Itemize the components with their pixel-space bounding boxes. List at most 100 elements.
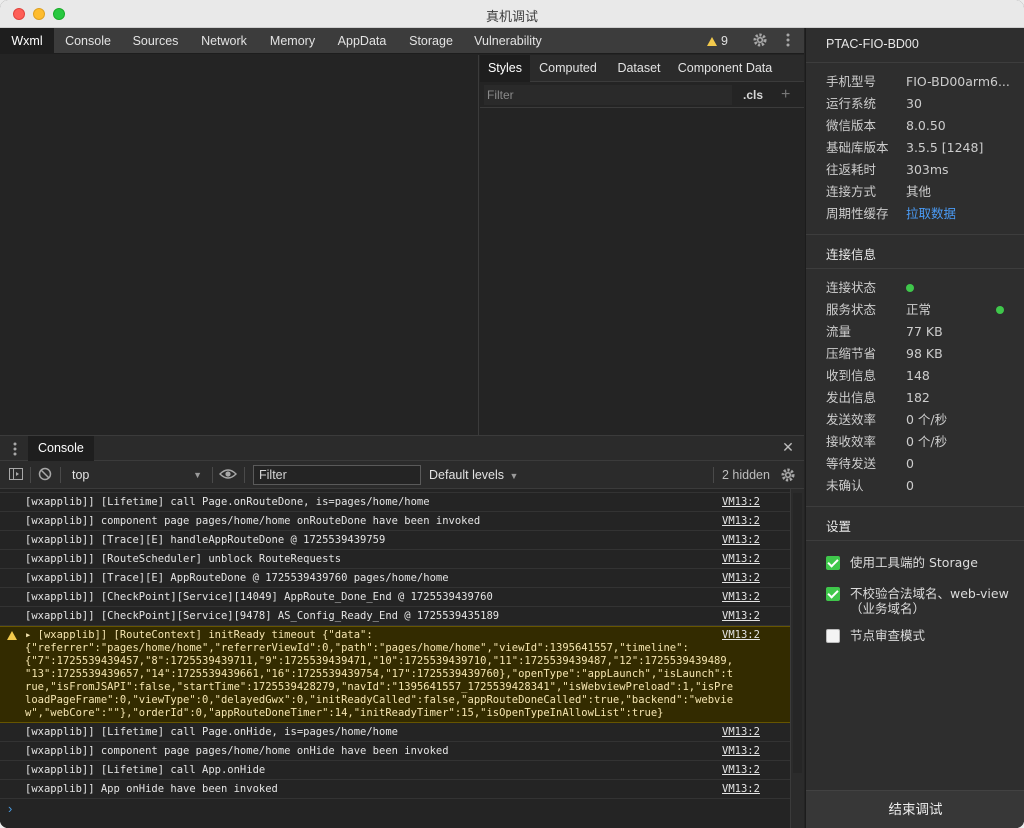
tab-component-data[interactable]: Component Data	[677, 55, 773, 82]
connection-section-title: 连接信息	[826, 247, 877, 262]
service-status-dot	[996, 306, 1004, 314]
setting-label: 节点审查模式	[850, 628, 926, 643]
drawer-header: Console ✕	[0, 435, 804, 461]
tab-computed[interactable]: Computed	[536, 55, 600, 82]
info-key: 连接方式	[826, 184, 877, 199]
info-key: 连接状态	[826, 280, 877, 295]
tab-sources[interactable]: Sources	[124, 28, 187, 54]
checkbox-checked[interactable]	[826, 556, 840, 570]
tab-memory[interactable]: Memory	[262, 28, 323, 54]
info-value: 正常	[906, 302, 932, 317]
styles-filter-input[interactable]: Filter	[484, 85, 732, 105]
log-row: [wxapplib]] component page pages/home/ho…	[0, 512, 790, 531]
settings-section-title: 设置	[826, 519, 852, 534]
log-row: [wxapplib]] [Lifetime] call Page.onHide,…	[0, 723, 790, 742]
info-key: 基础库版本	[826, 140, 889, 155]
execution-context-select[interactable]: top ▼	[66, 465, 206, 485]
caret-down-icon: ▼	[509, 471, 519, 481]
warning-log-row[interactable]: ▸ [wxapplib]] [RouteContext] initReady t…	[0, 626, 790, 723]
info-key: 收到信息	[826, 368, 877, 383]
log-source-link[interactable]: VM13:2	[722, 723, 760, 742]
tab-vulnerability[interactable]: Vulnerability	[468, 28, 548, 54]
log-message: [wxapplib]] component page pages/home/ho…	[25, 515, 481, 527]
setting-node-inspect-mode[interactable]: 节点审查模式	[826, 628, 1016, 646]
info-key: 周期性缓存	[826, 206, 889, 221]
tab-dataset[interactable]: Dataset	[614, 55, 664, 82]
toolbar-divider	[30, 467, 31, 483]
log-source-link[interactable]: VM13:2	[722, 531, 760, 550]
conn-row-pending: 等待发送 0	[826, 453, 1016, 475]
info-value: 98 KB	[906, 346, 943, 361]
info-row-os: 运行系统 30	[826, 93, 1016, 115]
info-row-model: 手机型号 FIO-BD00arm6...	[826, 71, 1016, 93]
info-row-connection-type: 连接方式 其他	[826, 181, 1016, 203]
log-source-link[interactable]: VM13:2	[722, 493, 760, 512]
setting-skip-domain-check[interactable]: 不校验合法域名、web-view（业务域名）	[826, 586, 1016, 618]
log-levels-dropdown[interactable]: Default levels ▼	[429, 465, 518, 485]
log-source-link[interactable]: VM13:2	[722, 742, 760, 761]
console-settings-button[interactable]	[780, 467, 796, 483]
block-icon	[38, 467, 52, 481]
caret-down-icon: ▼	[193, 470, 202, 480]
log-source-link[interactable]: VM13:2	[722, 512, 760, 531]
console-filter-input[interactable]: Filter	[253, 465, 421, 485]
console-prompt-icon[interactable]: ›	[8, 801, 12, 816]
info-key: 往返耗时	[826, 162, 877, 177]
title-bar: 真机调试	[0, 0, 1024, 28]
log-source-link[interactable]: VM13:2	[722, 627, 760, 644]
add-style-rule-button[interactable]: +	[781, 82, 790, 108]
info-key: 等待发送	[826, 456, 877, 471]
sidebar-toggle-button[interactable]	[8, 467, 24, 483]
tab-console[interactable]: Console	[57, 28, 119, 54]
conn-row-received: 收到信息 148	[826, 365, 1016, 387]
fetch-data-link[interactable]: 拉取数据	[906, 203, 956, 225]
log-row: [wxapplib]] [Trace][E] AppRouteDone @ 17…	[0, 569, 790, 588]
console-scrollbar[interactable]	[790, 489, 804, 828]
window-title: 真机调试	[485, 10, 538, 25]
wxml-elements-pane[interactable]	[0, 55, 479, 439]
checkbox-unchecked[interactable]	[826, 629, 840, 643]
log-message: [wxapplib]] [Trace][E] AppRouteDone @ 17…	[25, 572, 449, 584]
log-source-link[interactable]: VM13:2	[722, 588, 760, 607]
log-source-link[interactable]: VM13:2	[722, 761, 760, 780]
scrollbar-thumb[interactable]	[793, 493, 802, 773]
log-source-link[interactable]: VM13:2	[722, 569, 760, 588]
drawer-tab-console[interactable]: Console	[28, 436, 94, 461]
log-source-link[interactable]: VM13:2	[722, 550, 760, 569]
device-name: PTAC-FIO-BD00	[826, 37, 919, 51]
tab-storage[interactable]: Storage	[402, 28, 460, 54]
tab-styles[interactable]: Styles	[480, 55, 530, 82]
more-menu-button[interactable]	[782, 33, 794, 49]
log-message: [wxapplib]] [CheckPoint][Service][9478] …	[25, 610, 500, 622]
hidden-messages-count[interactable]: 2 hidden	[722, 465, 770, 485]
drawer-close-icon[interactable]: ✕	[779, 439, 797, 457]
log-source-link[interactable]: VM13:2	[722, 780, 760, 799]
log-row: [wxapplib]] [Lifetime] call App.onHide V…	[0, 761, 790, 780]
setting-label: 不校验合法域名、web-view（业务域名）	[850, 586, 1009, 616]
live-expression-button[interactable]	[219, 467, 237, 483]
info-key: 未确认	[826, 478, 864, 493]
clear-console-button[interactable]	[37, 467, 53, 483]
divider	[806, 234, 1024, 235]
drawer-menu-button[interactable]	[12, 442, 18, 456]
end-debugging-button[interactable]: 结束调试	[806, 790, 1024, 828]
tab-wxml[interactable]: Wxml	[0, 28, 54, 54]
setting-label: 使用工具端的 Storage	[850, 555, 978, 570]
execution-context-value: top	[72, 468, 90, 482]
tab-appdata[interactable]: AppData	[329, 28, 395, 54]
warning-counter[interactable]: 9	[707, 28, 728, 54]
toolbar-divider	[212, 467, 213, 483]
conn-row-traffic: 流量 77 KB	[826, 321, 1016, 343]
cls-toggle-button[interactable]: .cls	[743, 82, 763, 108]
tab-network[interactable]: Network	[192, 28, 256, 54]
conn-row-send-rate: 发送效率 0 个/秒	[826, 409, 1016, 431]
console-messages[interactable]: [wxapplib]] [Lifetime] call Page.onRoute…	[0, 489, 790, 828]
log-message: [wxapplib]] [Lifetime] call App.onHide	[25, 764, 266, 776]
log-source-link[interactable]: VM13:2	[722, 607, 760, 626]
settings-gear-button[interactable]	[750, 32, 770, 50]
setting-use-tool-storage[interactable]: 使用工具端的 Storage	[826, 555, 1016, 573]
warning-log-message[interactable]: ▸ [wxapplib]] [RouteContext] initReady t…	[25, 629, 770, 720]
log-row: [wxapplib]] [Lifetime] call Page.onRoute…	[0, 493, 790, 512]
conn-row-sent: 发出信息 182	[826, 387, 1016, 409]
checkbox-checked[interactable]	[826, 587, 840, 601]
